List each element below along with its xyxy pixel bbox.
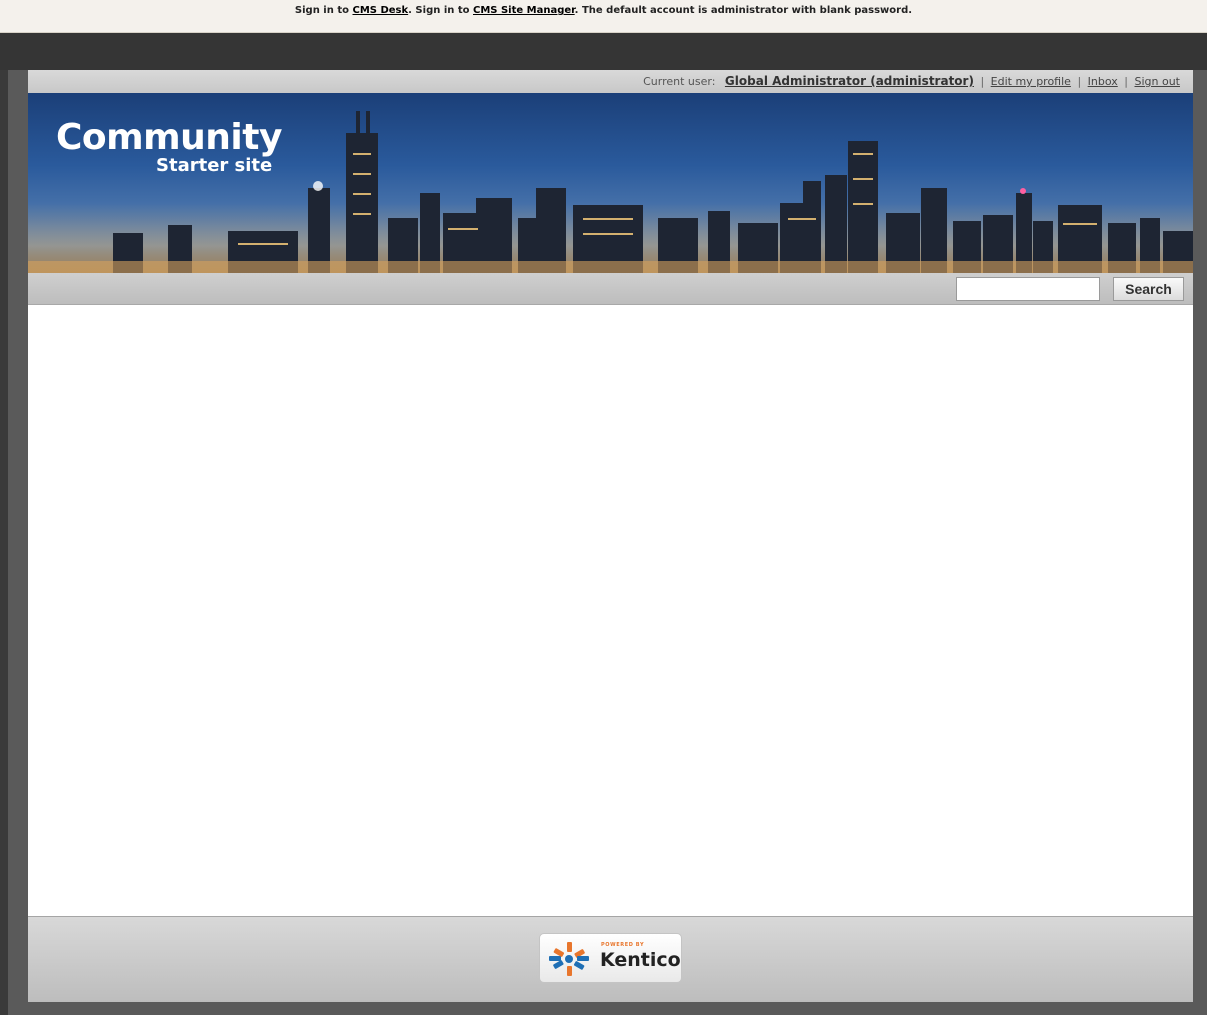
separator: |: [1077, 75, 1082, 88]
cms-sign-in-bar: Sign in to CMS Desk. Sign in to CMS Site…: [0, 0, 1207, 33]
search-input[interactable]: [956, 277, 1100, 301]
cms-desk-link[interactable]: CMS Desk: [352, 5, 408, 16]
sign-out-link[interactable]: Sign out: [1134, 75, 1180, 88]
kentico-brand-name: Kentico: [600, 949, 681, 971]
footer: POWERED BY Kentico: [28, 916, 1193, 1002]
site-logo-title[interactable]: Community: [56, 117, 282, 158]
inbox-link[interactable]: Inbox: [1088, 75, 1118, 88]
sign-in-suffix: . The default account is administrator w…: [574, 5, 913, 16]
current-user-name[interactable]: Global Administrator (administrator): [725, 74, 974, 88]
cms-site-manager-link[interactable]: CMS Site Manager: [473, 5, 575, 16]
main-content: [28, 305, 1193, 916]
kentico-logo-icon: [549, 942, 589, 976]
separator: |: [980, 75, 985, 88]
search-bar: Search: [28, 273, 1193, 305]
search-button[interactable]: Search: [1113, 277, 1184, 301]
sign-in-prefix: Sign in to: [294, 5, 353, 16]
powered-by-kentico-badge[interactable]: POWERED BY Kentico: [539, 933, 682, 983]
site-page: Current user: Global Administrator (admi…: [28, 70, 1193, 1002]
current-user-bar: Current user: Global Administrator (admi…: [28, 70, 1193, 93]
sign-in-mid: . Sign in to: [408, 5, 473, 16]
sign-in-message: Sign in to CMS Desk. Sign in to CMS Site…: [295, 5, 912, 16]
powered-by-label: POWERED BY: [601, 942, 645, 948]
separator: |: [1124, 75, 1128, 88]
site-logo-subtitle: Starter site: [156, 155, 273, 176]
header-banner: Community Starter site: [28, 93, 1193, 273]
current-user-label: Current user:: [643, 75, 716, 88]
header-spacer: [0, 33, 1207, 70]
edit-my-profile-link[interactable]: Edit my profile: [991, 75, 1071, 88]
